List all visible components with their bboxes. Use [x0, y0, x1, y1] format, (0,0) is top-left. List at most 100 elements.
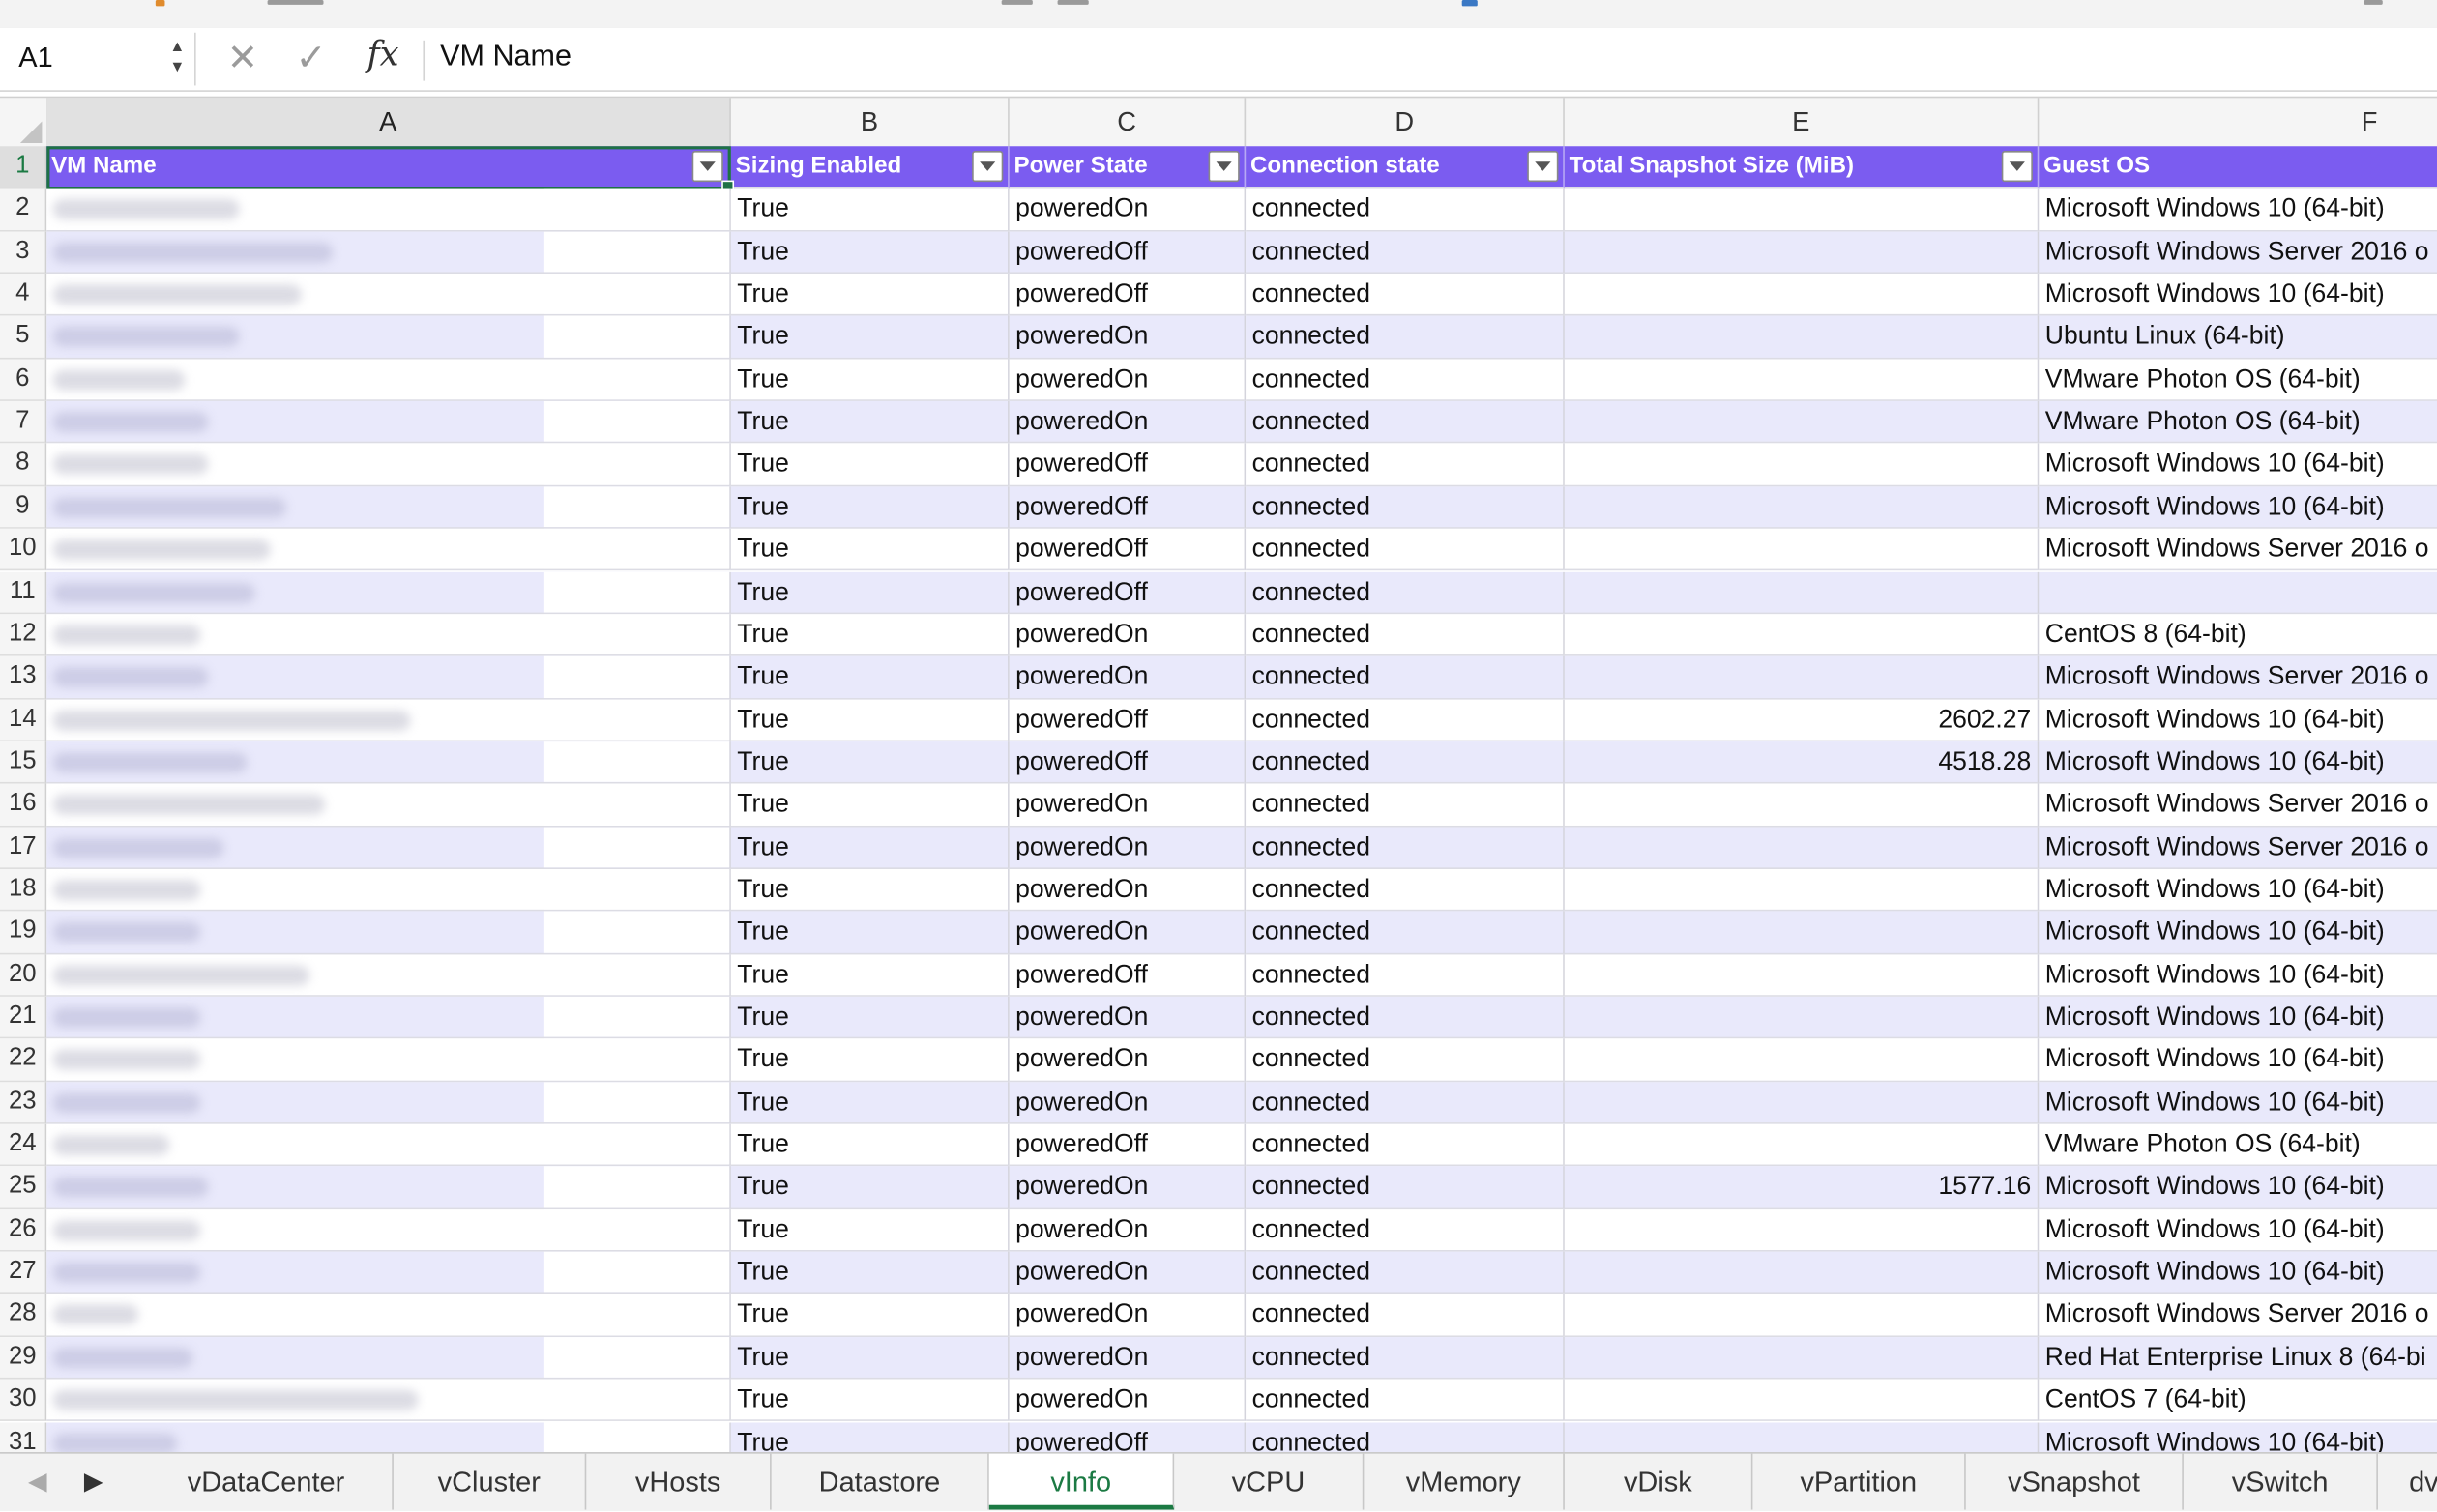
cell-guest-os[interactable]: VMware Photon OS (64-bit) [2039, 401, 2437, 445]
cell-guest-os[interactable]: Microsoft Windows Server 2016 o [2039, 529, 2437, 571]
ribbon-icon-dropdown[interactable] [267, 0, 324, 5]
filter-dropdown-icon[interactable] [972, 150, 1004, 183]
cell-vm-name-redacted[interactable] [46, 1166, 731, 1209]
row-number[interactable]: 3 [0, 231, 47, 275]
cell-sizing-enabled[interactable]: True [730, 613, 1010, 656]
row-number[interactable]: 9 [0, 486, 47, 530]
cell-vm-name-redacted[interactable] [46, 1081, 731, 1124]
cell-connection-state[interactable]: connected [1246, 741, 1565, 784]
cell-guest-os[interactable]: Microsoft Windows Server 2016 o [2039, 231, 2437, 275]
cell-snapshot-size[interactable] [1564, 783, 2040, 827]
row-number[interactable]: 25 [0, 1166, 47, 1209]
cell-sizing-enabled[interactable]: True [730, 1336, 1010, 1380]
cell-connection-state[interactable]: connected [1246, 1379, 1565, 1422]
cell-power-state[interactable]: poweredOn [1009, 316, 1247, 360]
next-sheet-icon[interactable]: ▶ [84, 1467, 103, 1497]
cell-guest-os[interactable]: Microsoft Windows 10 (64-bit) [2039, 868, 2437, 912]
ribbon-icon-align-2[interactable] [1057, 0, 1089, 5]
cell-guest-os[interactable]: Microsoft Windows 10 (64-bit) [2039, 1251, 2437, 1294]
row-number[interactable]: 6 [0, 359, 47, 402]
cell-sizing-enabled[interactable]: True [730, 996, 1010, 1039]
cell-power-state[interactable]: poweredOn [1009, 189, 1247, 232]
cell-sizing-enabled[interactable]: True [730, 1379, 1010, 1422]
column-header-c[interactable]: C [1010, 98, 1247, 148]
cell-power-state[interactable]: poweredOn [1009, 996, 1247, 1039]
cell-snapshot-size[interactable] [1564, 316, 2040, 360]
cell-sizing-enabled[interactable]: True [730, 274, 1010, 317]
row-number[interactable]: 22 [0, 1038, 47, 1082]
cell-guest-os[interactable]: Microsoft Windows Server 2016 o [2039, 1294, 2437, 1337]
cell-connection-state[interactable]: connected [1246, 1123, 1565, 1167]
cell-vm-name-redacted[interactable] [46, 911, 731, 954]
cell-connection-state[interactable]: connected [1246, 274, 1565, 317]
cell-snapshot-size[interactable] [1564, 1294, 2040, 1337]
cell-sizing-enabled[interactable]: True [730, 698, 1010, 741]
cell-guest-os[interactable]: Microsoft Windows 10 (64-bit) [2039, 444, 2437, 487]
cell-connection-state[interactable]: connected [1246, 359, 1565, 402]
header-cell-connection-state[interactable]: Connection state [1246, 146, 1565, 189]
cell-power-state[interactable]: poweredOn [1009, 911, 1247, 954]
cell-snapshot-size[interactable] [1564, 231, 2040, 275]
cell-snapshot-size[interactable] [1564, 1038, 2040, 1082]
cell-connection-state[interactable]: connected [1246, 401, 1565, 445]
row-number[interactable]: 1 [0, 146, 47, 189]
cell-guest-os[interactable]: Microsoft Windows 10 (64-bit) [2039, 1421, 2437, 1453]
cell-guest-os[interactable]: CentOS 8 (64-bit) [2039, 613, 2437, 656]
row-number[interactable]: 12 [0, 613, 47, 656]
cell-vm-name-redacted[interactable] [46, 316, 731, 360]
column-header-e[interactable]: E [1565, 98, 2040, 148]
sheet-tab-vdatacenter[interactable]: vDataCenter [140, 1453, 394, 1510]
ribbon-icon-chart[interactable] [1461, 0, 1478, 7]
row-number[interactable]: 20 [0, 953, 47, 997]
cell-vm-name-redacted[interactable] [46, 868, 731, 912]
cell-connection-state[interactable]: connected [1246, 826, 1565, 869]
column-header-f[interactable]: F [2039, 98, 2437, 147]
cell-connection-state[interactable]: connected [1246, 444, 1565, 487]
cell-guest-os[interactable]: Microsoft Windows Server 2016 o [2039, 783, 2437, 827]
cell-vm-name-redacted[interactable] [46, 655, 731, 699]
row-number[interactable]: 14 [0, 698, 47, 741]
cell-sizing-enabled[interactable]: True [730, 1166, 1010, 1209]
cell-connection-state[interactable]: connected [1246, 529, 1565, 571]
cell-snapshot-size[interactable] [1564, 1379, 2040, 1422]
cell-guest-os[interactable]: VMware Photon OS (64-bit) [2039, 359, 2437, 402]
cell-vm-name-redacted[interactable] [46, 783, 731, 827]
cell-snapshot-size[interactable] [1564, 571, 2040, 614]
cell-sizing-enabled[interactable]: True [730, 1081, 1010, 1124]
cell-power-state[interactable]: poweredOff [1009, 1123, 1247, 1167]
filter-dropdown-icon[interactable] [691, 150, 723, 183]
cell-sizing-enabled[interactable]: True [730, 401, 1010, 445]
cell-guest-os[interactable]: Microsoft Windows 10 (64-bit) [2039, 1208, 2437, 1252]
cell-guest-os[interactable]: CentOS 7 (64-bit) [2039, 1379, 2437, 1422]
cell-power-state[interactable]: poweredOff [1009, 698, 1247, 741]
cell-snapshot-size[interactable] [1564, 1251, 2040, 1294]
cell-guest-os[interactable] [2039, 571, 2437, 614]
cell-guest-os[interactable]: Microsoft Windows 10 (64-bit) [2039, 1166, 2437, 1209]
cell-snapshot-size[interactable] [1564, 529, 2040, 571]
cell-vm-name-redacted[interactable] [46, 231, 731, 275]
row-number[interactable]: 10 [0, 529, 47, 571]
sheet-tab-vdisk[interactable]: vDisk [1565, 1453, 1753, 1510]
cell-snapshot-size[interactable] [1564, 486, 2040, 530]
cell-snapshot-size[interactable] [1564, 1208, 2040, 1252]
cell-snapshot-size[interactable]: 4518.28 [1564, 741, 2040, 784]
header-cell-power-state[interactable]: Power State [1009, 146, 1247, 189]
row-number[interactable]: 27 [0, 1251, 47, 1294]
cell-power-state[interactable]: poweredOff [1009, 529, 1247, 571]
cell-snapshot-size[interactable] [1564, 444, 2040, 487]
cell-connection-state[interactable]: connected [1246, 1421, 1565, 1453]
cell-sizing-enabled[interactable]: True [730, 1251, 1010, 1294]
cell-connection-state[interactable]: connected [1246, 1336, 1565, 1380]
cell-power-state[interactable]: poweredOn [1009, 655, 1247, 699]
cell-power-state[interactable]: poweredOff [1009, 486, 1247, 530]
cell-snapshot-size[interactable]: 1577.16 [1564, 1166, 2040, 1209]
row-number[interactable]: 13 [0, 655, 47, 699]
column-header-d[interactable]: D [1246, 98, 1565, 148]
row-number[interactable]: 23 [0, 1081, 47, 1124]
sheet-tab-vmemory[interactable]: vMemory [1364, 1453, 1565, 1510]
row-number[interactable]: 16 [0, 783, 47, 827]
row-number[interactable]: 11 [0, 571, 47, 614]
cell-sizing-enabled[interactable]: True [730, 1421, 1010, 1453]
cell-guest-os[interactable]: Microsoft Windows 10 (64-bit) [2039, 1038, 2437, 1082]
row-number[interactable]: 5 [0, 316, 47, 360]
